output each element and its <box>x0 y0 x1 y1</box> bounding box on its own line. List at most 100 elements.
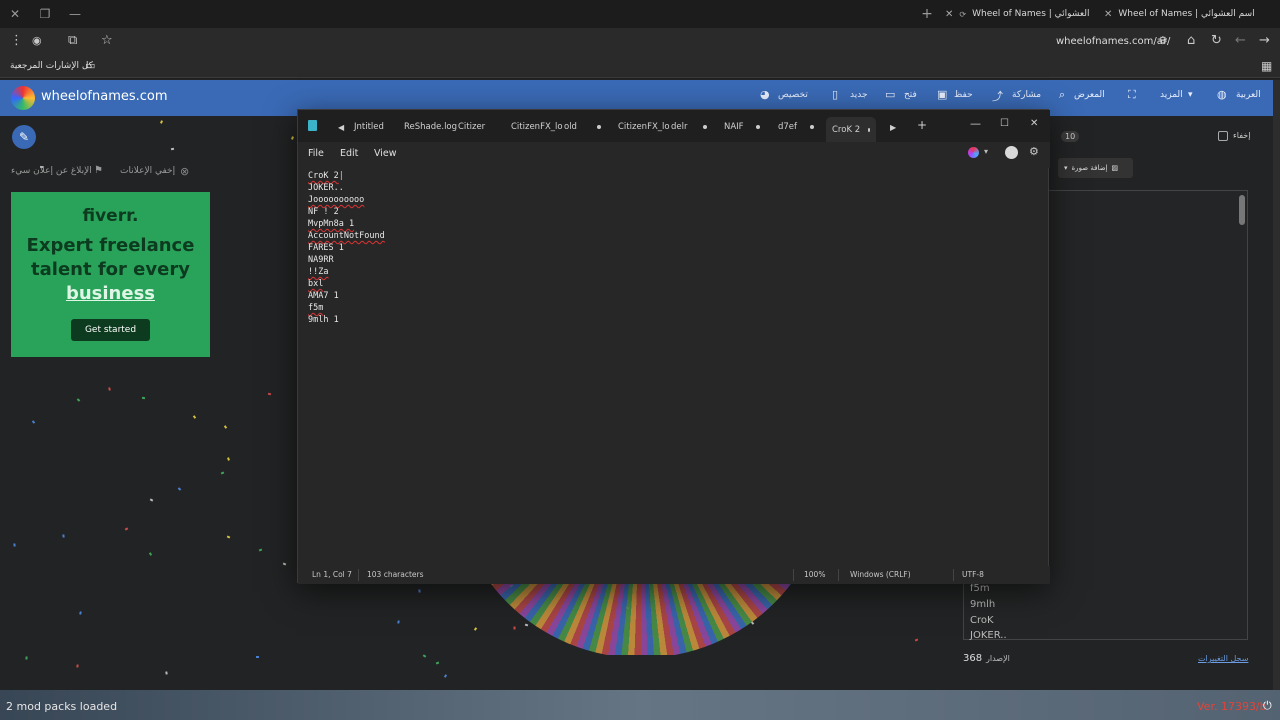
nav-language[interactable]: العربية <box>1236 90 1261 100</box>
text-line: bxl <box>308 279 324 289</box>
address-bar-row: ⋮ ◉ ⧉ ☆ wheelofnames.com/ar/ ⚙ ⌂ ↻ ← → <box>0 28 1280 56</box>
line-ending[interactable]: Windows (CRLF) <box>850 570 911 579</box>
home-icon[interactable]: ⌂ <box>1187 33 1195 48</box>
entries-scrollbar-thumb[interactable] <box>1239 195 1245 225</box>
maximize-icon[interactable]: ☐ <box>1000 114 1009 132</box>
apps-grid-icon[interactable]: ▦ <box>1261 59 1272 73</box>
notepad-text-area[interactable]: CroK 2| JOKER.. Joooooooooo NF ! 2 MvpMn… <box>308 170 1038 565</box>
site-settings-icon[interactable]: ⚙ <box>1158 34 1168 47</box>
fiverr-advertisement[interactable]: fiverr. Expert freelance talent for ever… <box>11 192 210 357</box>
menu-view[interactable]: View <box>374 148 397 159</box>
edit-pencil-button[interactable]: ✎ <box>12 125 36 149</box>
notepad-tab[interactable]: ReShade.log <box>404 118 457 136</box>
nav-customize[interactable]: تخصيص <box>778 90 808 100</box>
tab-scroll-left-icon[interactable]: ◀ <box>338 118 344 136</box>
entry-line: JOKER.. <box>970 630 1007 641</box>
close-icon[interactable]: ✕ <box>1030 114 1038 132</box>
reload-icon[interactable]: ↻ <box>1211 33 1222 48</box>
minimize-window-icon[interactable]: — <box>60 0 90 28</box>
bookmark-star-icon[interactable]: ☆ <box>101 33 113 48</box>
notepad-tab[interactable]: Jntitled <box>354 118 384 136</box>
text-cursor-icon: | <box>338 171 344 181</box>
nav-share[interactable]: مشاركة <box>1012 90 1041 100</box>
close-tab-icon[interactable]: ✕ <box>945 9 953 20</box>
tab-title: Wheel of Names | العشوائي <box>972 9 1090 19</box>
zoom-level[interactable]: 100% <box>804 570 825 579</box>
confetti-piece <box>226 456 230 461</box>
url-text[interactable]: wheelofnames.com/ar/ <box>1056 36 1170 47</box>
browser-tab-strip: ✕ ❐ — + ✕ ⟳ Wheel of Names | العشوائي ✕ … <box>0 0 1280 28</box>
close-window-icon[interactable]: ✕ <box>0 0 30 28</box>
menu-edit[interactable]: Edit <box>340 148 358 159</box>
new-tab-plus-icon[interactable]: + <box>917 116 927 134</box>
notepad-status-bar: Ln 1, Col 7 103 characters 100% Windows … <box>298 566 1050 584</box>
text-line: !!Za <box>308 267 329 277</box>
forward-icon[interactable]: ← <box>1235 33 1246 48</box>
globe-icon: ◍ <box>1217 88 1227 101</box>
notepad-tab[interactable]: delr <box>671 118 687 136</box>
text-line: Joooooooooo <box>308 195 365 205</box>
entry-line: 9mlh <box>970 599 996 610</box>
hide-ads-link[interactable]: إخفي الإعلانات <box>120 166 175 176</box>
report-ad-link[interactable]: الإبلاغ عن إعلان سيء <box>11 166 92 176</box>
bookmarks-bar: كل الإشارات المرجعية ▭ ▦ <box>0 56 1280 78</box>
notepad-tab[interactable]: CitizenFX_lo <box>511 118 563 136</box>
add-image-button[interactable]: ▾ إضافة صورة ▨ <box>1058 158 1133 178</box>
fullscreen-icon[interactable]: ⛶ <box>1128 88 1136 102</box>
close-tab-icon[interactable]: ✕ <box>1104 9 1112 20</box>
nav-save[interactable]: حفظ <box>954 90 973 100</box>
close-circle-icon[interactable]: ⊗ <box>180 165 189 178</box>
browser-tab[interactable]: ✕ Wheel of Names | اسم العشوائي <box>1104 4 1255 24</box>
tab-scroll-right-icon[interactable]: ▶ <box>890 118 896 136</box>
caret-down-icon: ▾ <box>1188 90 1193 100</box>
notepad-tab[interactable]: old <box>564 118 577 136</box>
page-scrollbar[interactable] <box>1273 80 1280 690</box>
back-icon[interactable]: → <box>1259 33 1270 48</box>
text-line: 9mlh 1 <box>308 315 339 325</box>
settings-gear-icon[interactable]: ⚙ <box>1029 145 1039 158</box>
folder-icon: ▭ <box>85 59 96 72</box>
extension-icon[interactable]: ◉ <box>32 34 42 47</box>
text-line: FARES 1 <box>308 243 344 253</box>
notepad-tab[interactable]: CitizenFX_lo <box>618 118 670 136</box>
unsaved-dot-icon <box>810 125 814 129</box>
extensions-puzzle-icon[interactable]: ⧉ <box>68 33 77 48</box>
unsaved-dot-icon <box>597 125 601 129</box>
character-count: 103 characters <box>367 570 424 579</box>
confetti-piece <box>435 661 440 665</box>
flag-icon: ⚑ <box>94 165 103 176</box>
copilot-icon[interactable] <box>968 147 979 158</box>
browser-tab[interactable]: ✕ ⟳ Wheel of Names | العشوائي <box>945 4 1095 24</box>
notepad-tab[interactable]: NAIF <box>724 118 744 136</box>
palette-icon: ◕ <box>760 88 770 101</box>
folder-open-icon: ▭ <box>885 88 896 101</box>
minimize-icon[interactable]: — <box>970 114 981 132</box>
text-line: NF ! 2 <box>308 207 339 217</box>
new-file-icon: ▯ <box>832 88 839 101</box>
ad-cta-button[interactable]: Get started <box>71 319 150 341</box>
menu-kebab-icon[interactable]: ⋮ <box>10 33 23 48</box>
menu-file[interactable]: File <box>308 148 324 159</box>
restore-window-icon[interactable]: ❐ <box>30 0 60 28</box>
all-bookmarks-label[interactable]: كل الإشارات المرجعية <box>10 61 93 71</box>
site-logo-text[interactable]: wheelofnames.com <box>41 89 168 104</box>
notepad-tab[interactable]: Citizer <box>458 118 485 136</box>
power-icon: ⏻ <box>1263 699 1272 712</box>
text-line: f5m <box>308 303 324 313</box>
nav-open[interactable]: فتح <box>904 90 917 100</box>
site-logo-wheel-icon[interactable] <box>11 86 35 110</box>
unsaved-dot-icon <box>868 127 870 132</box>
notepad-tab-active[interactable]: CroK 2 <box>826 117 876 142</box>
hide-checkbox[interactable] <box>1218 131 1228 141</box>
changelog-link[interactable]: سجل التغييرات <box>1198 654 1248 663</box>
nav-gallery[interactable]: المعرض <box>1074 90 1105 100</box>
nav-new[interactable]: جديد <box>850 90 868 100</box>
notepad-tab[interactable]: d7ef <box>778 118 797 136</box>
search-icon: ⌕ <box>1059 88 1066 101</box>
caret-down-icon[interactable]: ▾ <box>984 147 988 156</box>
new-tab-button[interactable]: + <box>912 0 942 28</box>
encoding[interactable]: UTF-8 <box>962 570 984 579</box>
text-line: NA9RR <box>308 255 334 265</box>
nav-more[interactable]: المزيد <box>1160 90 1183 100</box>
account-avatar-icon[interactable] <box>1005 146 1018 159</box>
